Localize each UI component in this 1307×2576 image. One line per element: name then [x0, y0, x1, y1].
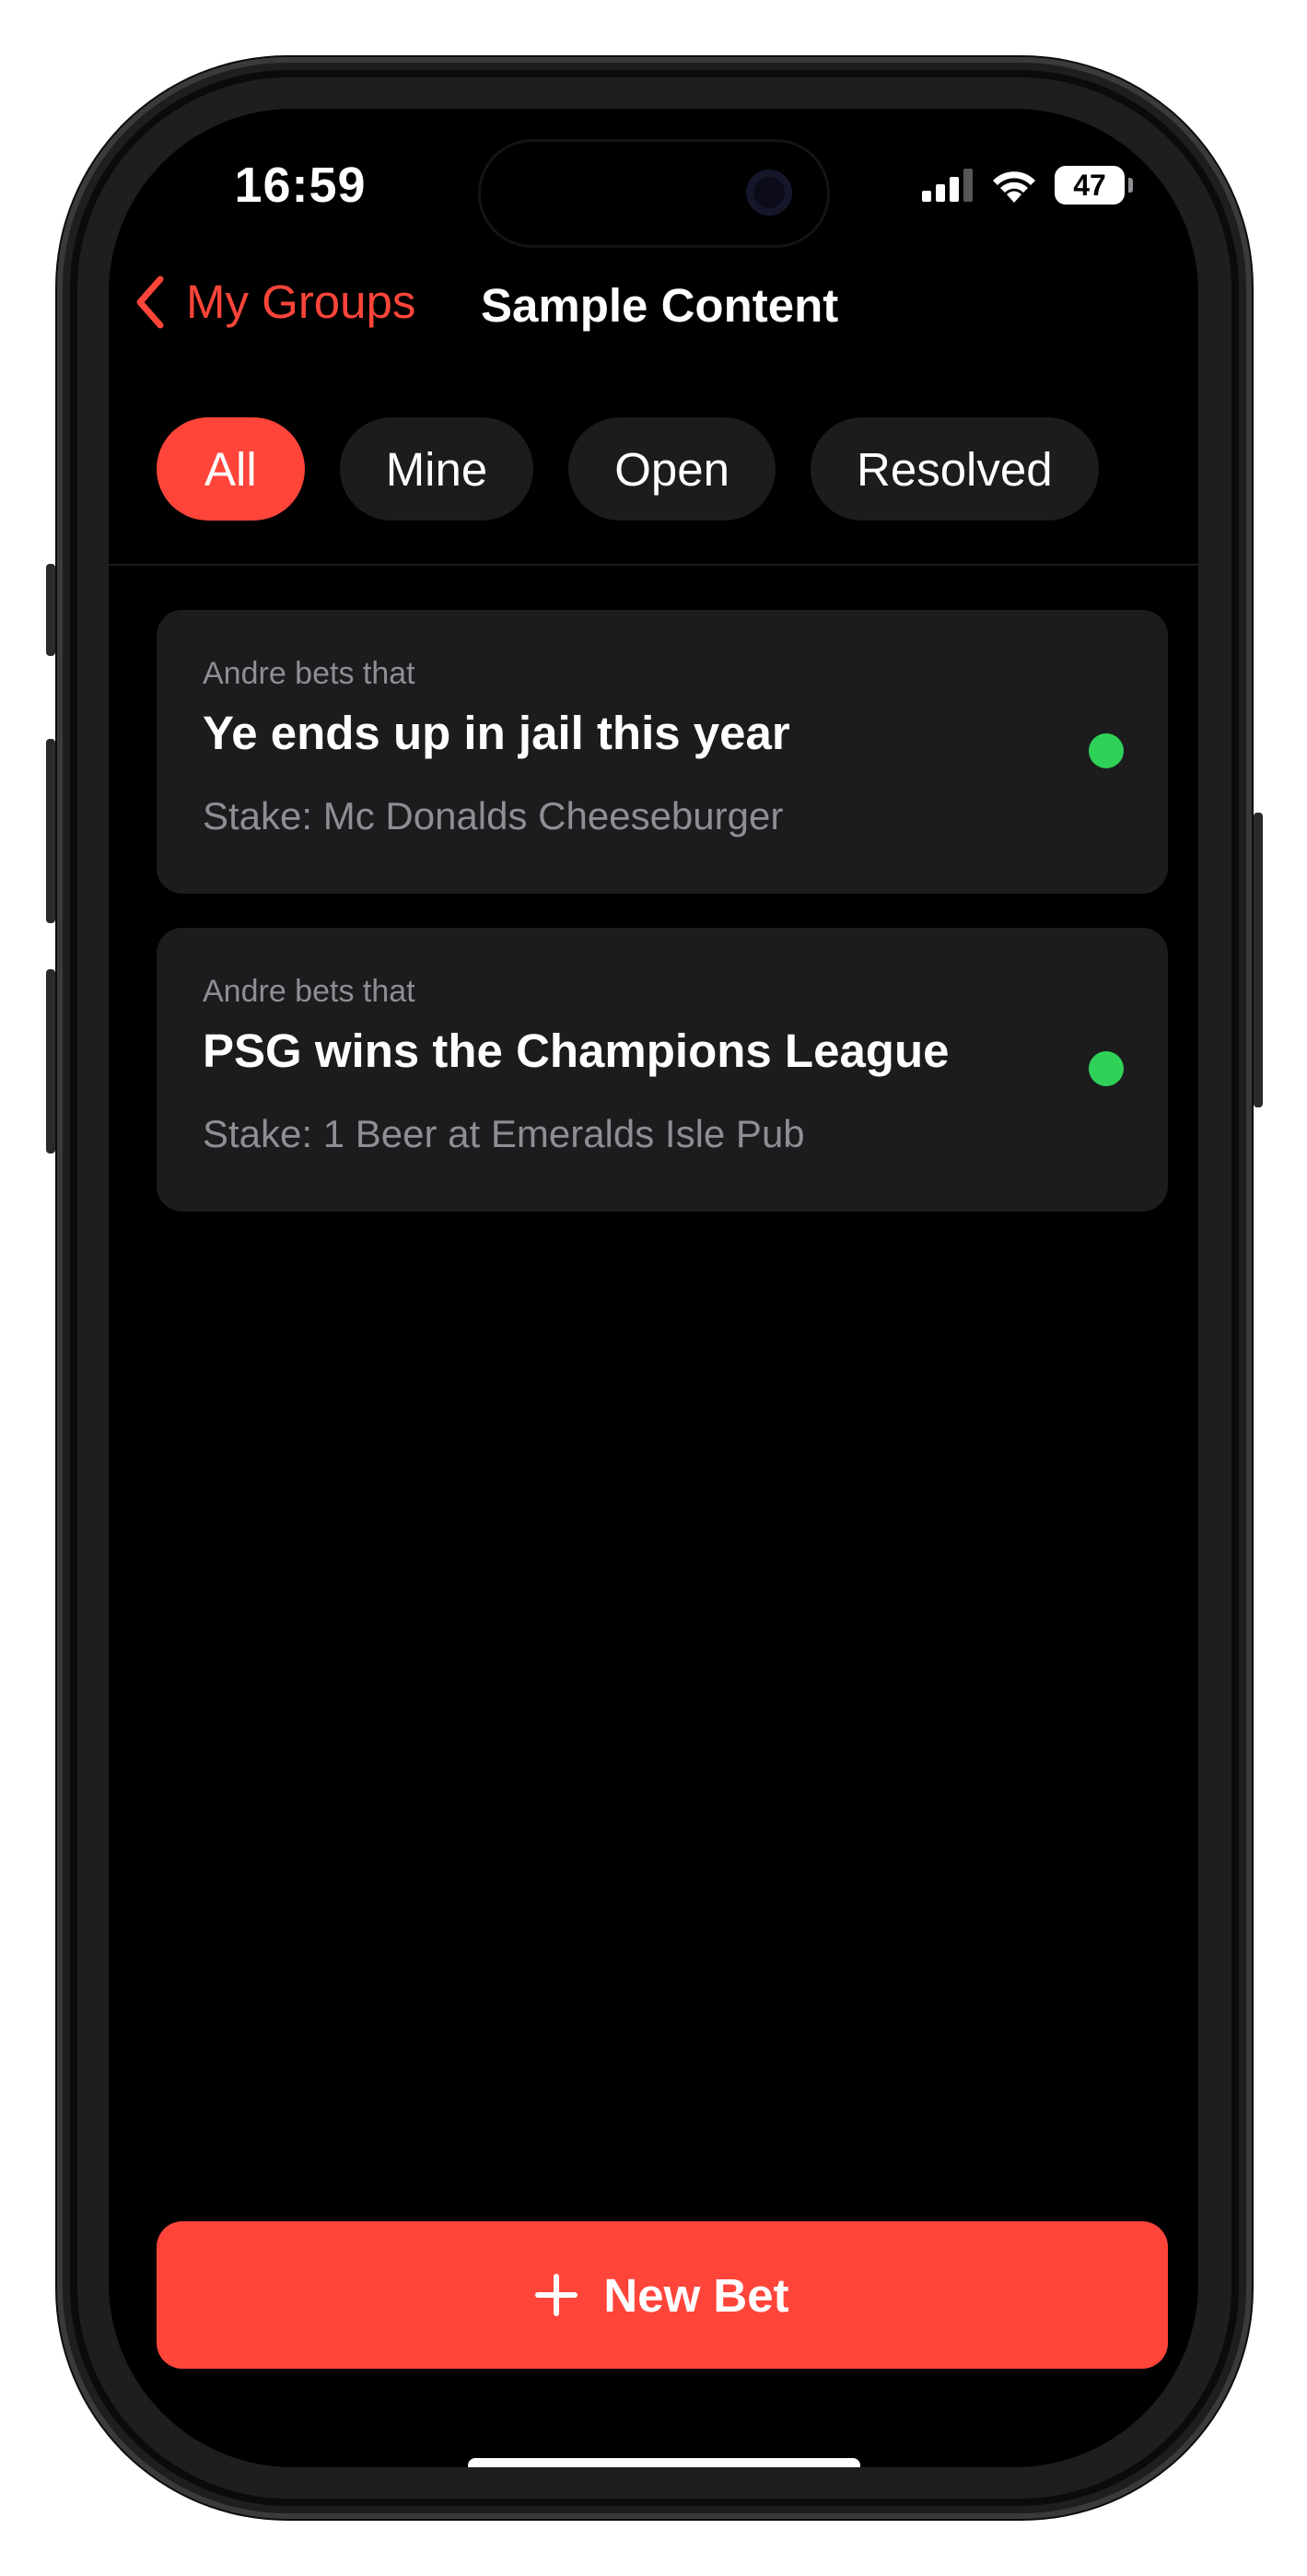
wifi-icon	[993, 171, 1035, 203]
tab-all[interactable]: All	[157, 417, 305, 521]
bet-card[interactable]: Andre bets that Ye ends up in jail this …	[157, 610, 1168, 894]
tab-resolved[interactable]: Resolved	[811, 417, 1099, 521]
tab-mine[interactable]: Mine	[339, 417, 534, 521]
volume-down-button	[46, 969, 55, 1153]
status-icons: 47	[922, 162, 1133, 208]
page-title: Sample Content	[481, 279, 839, 332]
screen: 16:59 47 My Groups Sample Content All Mi…	[109, 109, 1198, 2467]
dynamic-island	[481, 142, 827, 245]
new-bet-label: New Bet	[603, 2268, 789, 2322]
tab-open[interactable]: Open	[568, 417, 776, 521]
status-dot	[1089, 1051, 1124, 1086]
back-button-label: My Groups	[186, 275, 416, 328]
action-button	[46, 564, 55, 656]
battery-icon: 47	[1055, 166, 1133, 205]
chevron-left-icon	[136, 275, 164, 328]
status-time: 16:59	[234, 158, 367, 213]
new-bet-button[interactable]: New Bet	[157, 2221, 1168, 2369]
filter-tabs: All Mine Open Resolved	[157, 417, 1099, 521]
bet-title: PSG wins the Champions League	[203, 1025, 950, 1077]
bet-stake: Stake: Mc Donalds Cheeseburger	[203, 794, 784, 837]
bet-kicker: Andre bets that	[203, 974, 415, 1009]
power-button	[1254, 813, 1263, 1107]
bet-card[interactable]: Andre bets that PSG wins the Champions L…	[157, 928, 1168, 1212]
status-dot	[1089, 733, 1124, 768]
volume-up-button	[46, 739, 55, 923]
bet-stake: Stake: 1 Beer at Emeralds Isle Pub	[203, 1112, 805, 1155]
bet-kicker: Andre bets that	[203, 656, 415, 691]
divider	[109, 564, 1198, 566]
back-button[interactable]: My Groups	[134, 275, 415, 329]
bet-title: Ye ends up in jail this year	[203, 707, 790, 759]
front-camera	[746, 170, 792, 216]
plus-icon	[535, 2274, 578, 2316]
home-indicator[interactable]	[468, 2458, 860, 2467]
cellular-signal-icon	[922, 169, 973, 202]
